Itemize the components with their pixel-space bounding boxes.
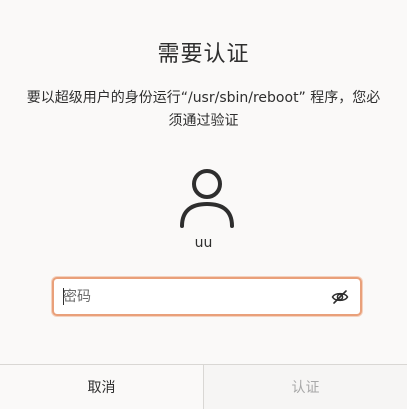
auth-dialog: 需要认证 要以超级用户的身份运行“/usr/sbin/reboot” 程序，您必… [0,0,407,409]
text-caret [63,288,64,305]
eye-hidden-icon[interactable] [331,288,349,306]
dialog-title: 需要认证 [157,42,250,67]
dialog-message: 要以超级用户的身份运行“/usr/sbin/reboot” 程序，您必须通过验证 [26,90,381,129]
dialog-button-bar: 取消 认证 [0,364,407,409]
user-avatar-icon [180,169,234,228]
password-input[interactable] [54,279,333,314]
authenticate-button[interactable]: 认证 [204,365,407,409]
username-label: uu [194,235,213,251]
password-field[interactable] [52,277,362,316]
cancel-button[interactable]: 取消 [0,365,204,409]
